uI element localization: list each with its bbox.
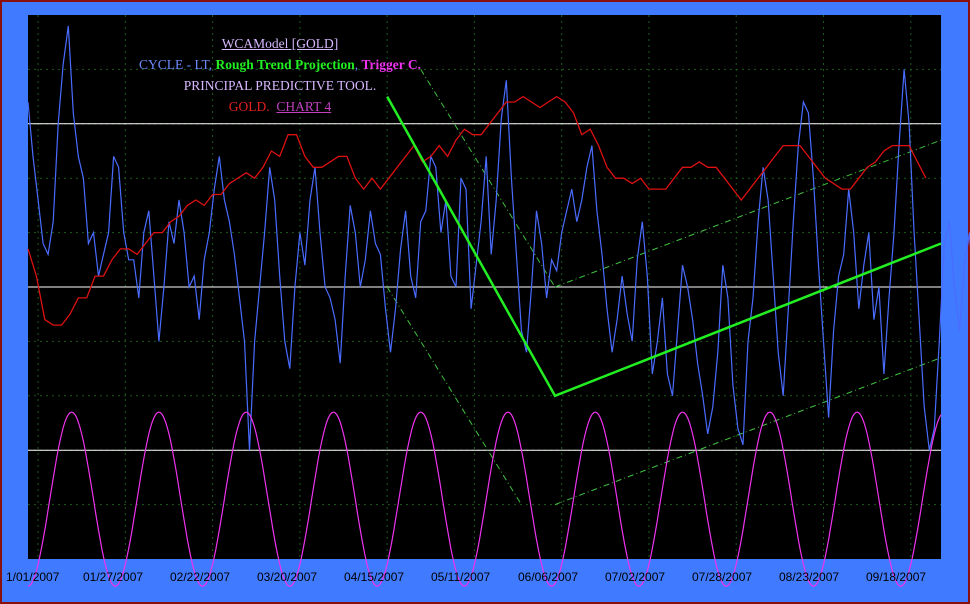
x-tick-label: 1/01/2007	[6, 570, 60, 584]
gold-label: GOLD.	[228, 99, 270, 114]
chart-title[interactable]: WCAModel [GOLD]	[222, 36, 339, 51]
x-tick-label: 07/02/2007	[605, 570, 666, 584]
legend-cycle: CYCLE - LT	[139, 57, 209, 72]
series-trigger-c	[27, 411, 942, 587]
legend-sep1: ,	[208, 57, 216, 72]
x-tick-label: 02/22/2007	[170, 570, 231, 584]
legend-end: .	[417, 57, 421, 72]
legend-trend: Rough Trend Projection	[215, 57, 355, 72]
x-tick-label: 09/18/2007	[866, 570, 927, 584]
chart-4-link[interactable]: CHART 4	[276, 99, 331, 114]
series-gold	[27, 95, 927, 326]
x-tick-label: 05/11/2007	[431, 570, 491, 584]
channel-line	[554, 357, 942, 506]
legend-trigger: Trigger C	[361, 57, 418, 72]
legend-sep2: ,	[354, 57, 362, 72]
channel-line	[554, 139, 942, 288]
x-tick-label: 07/28/2007	[692, 570, 753, 584]
chart-subtitle: PRINCIPAL PREDICTIVE TOOL.	[183, 78, 377, 93]
x-tick-label: 03/20/2007	[257, 570, 318, 584]
x-tick-label: 04/15/2007	[344, 570, 405, 584]
series-rough-trend-projection	[386, 95, 942, 398]
x-tick-label: 08/23/2007	[779, 570, 840, 584]
chart-legend-block: WCAModel [GOLD] CYCLE - LT, Rough Trend …	[0, 33, 560, 117]
x-tick-label: 06/06/2007	[518, 570, 579, 584]
x-tick-label: 01/27/2007	[83, 570, 144, 584]
